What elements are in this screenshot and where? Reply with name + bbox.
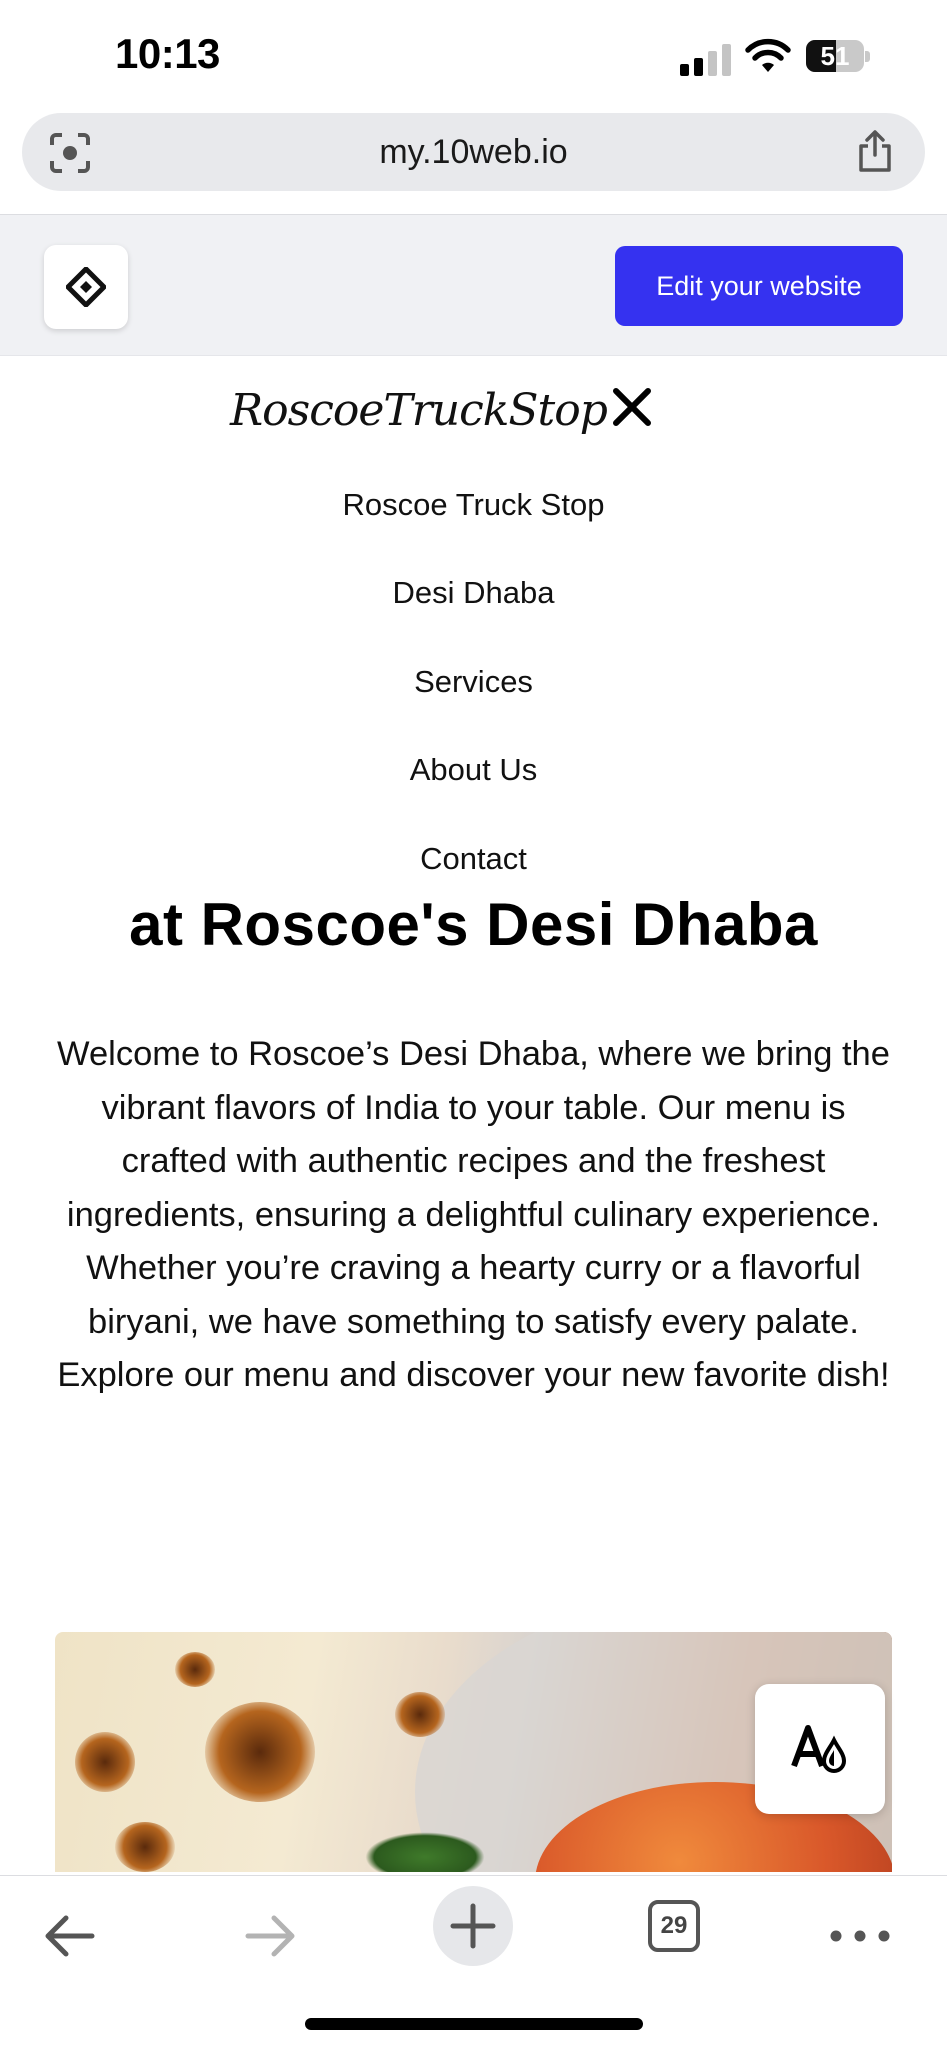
more-icon[interactable]	[820, 1896, 900, 1976]
status-time: 10:13	[115, 30, 220, 77]
nav-item-roscoe-truck-stop[interactable]: Roscoe Truck Stop	[0, 487, 947, 523]
site-logo[interactable]: RoscoeTruckStop	[230, 385, 608, 436]
back-icon[interactable]	[30, 1896, 110, 1976]
editor-bar: Edit your website	[0, 214, 947, 356]
nav-item-about-us[interactable]: About Us	[0, 752, 947, 788]
page-title: at Roscoe's Desi Dhaba	[129, 891, 818, 958]
accessibility-icon	[791, 1725, 847, 1773]
nav-item-services[interactable]: Services	[0, 664, 947, 700]
url-bar[interactable]: my.10web.io	[22, 113, 925, 191]
intro-paragraph: Welcome to Roscoe’s Desi Dhaba, where we…	[57, 1035, 890, 1394]
close-icon[interactable]	[610, 385, 654, 429]
10web-logo-icon[interactable]	[44, 245, 128, 329]
home-indicator	[305, 2018, 643, 2030]
url-text[interactable]: my.10web.io	[22, 113, 925, 191]
battery-level: 51	[820, 41, 850, 71]
battery-icon: 51	[806, 40, 870, 72]
new-tab-button[interactable]	[433, 1886, 513, 1966]
share-icon[interactable]	[855, 129, 895, 173]
accessibility-button[interactable]	[755, 1684, 885, 1814]
wifi-icon	[745, 38, 791, 74]
plus-icon	[450, 1903, 496, 1949]
nav-item-contact[interactable]: Contact	[0, 841, 947, 877]
status-bar: 10:13 51	[0, 0, 947, 110]
nav-item-desi-dhaba[interactable]: Desi Dhaba	[0, 575, 947, 611]
site-header: RoscoeTruckStop	[0, 385, 947, 455]
edit-website-button[interactable]: Edit your website	[615, 246, 903, 326]
tab-count-button[interactable]: 29	[648, 1900, 700, 1952]
forward-icon[interactable]	[230, 1896, 310, 1976]
cellular-signal-icon	[680, 44, 732, 76]
